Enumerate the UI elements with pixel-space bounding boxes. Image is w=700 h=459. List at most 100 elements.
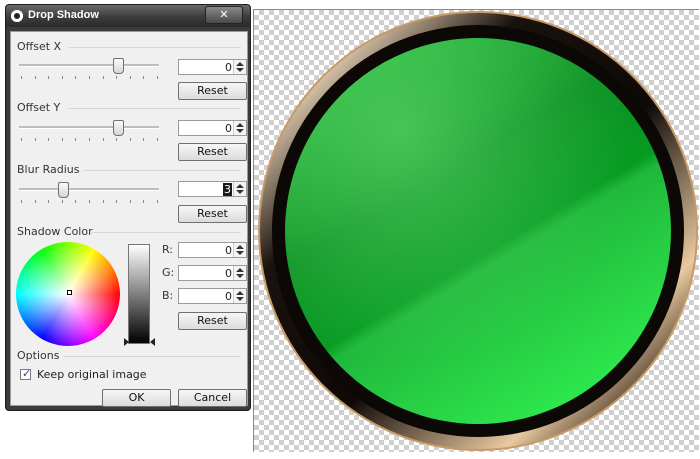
app-logo-icon (11, 10, 23, 22)
slider-tick (116, 76, 118, 79)
spin-up-icon[interactable] (236, 184, 244, 188)
offset-y-value: 0 (225, 122, 232, 135)
spin-up-icon[interactable] (236, 268, 244, 272)
slider-tick (48, 138, 50, 141)
dialog-title: Drop Shadow (28, 9, 99, 21)
slider-tick (129, 200, 131, 203)
offset-x-value: 0 (225, 61, 232, 74)
slider-tick (143, 138, 145, 141)
spin-up-icon[interactable] (236, 291, 244, 295)
slider-tick (143, 200, 145, 203)
r-spinner[interactable] (233, 243, 246, 257)
slider-tick (61, 200, 63, 203)
blur-radius-reset-button[interactable]: Reset (178, 205, 247, 223)
slider-tick (102, 200, 104, 203)
offset-y-spinner[interactable] (233, 121, 246, 135)
spin-down-icon[interactable] (236, 129, 244, 133)
r-label: R: (162, 243, 174, 256)
g-spinner[interactable] (233, 266, 246, 280)
offset-x-label: Offset X (17, 40, 62, 53)
slider-tick (75, 200, 77, 203)
blur-radius-ticks (21, 200, 158, 203)
section-divider (69, 108, 241, 109)
blur-radius-input[interactable]: 3 (178, 181, 247, 197)
spin-down-icon[interactable] (236, 190, 244, 194)
ok-button[interactable]: OK (102, 389, 171, 407)
b-spinner[interactable] (233, 289, 246, 303)
dialog-body: Offset X 0 Reset Offset Y 0 Reset Blur R… (10, 31, 248, 407)
slider-tick (34, 76, 36, 79)
section-divider (69, 47, 241, 48)
spin-down-icon[interactable] (236, 297, 244, 301)
brightness-left-arrow-icon[interactable] (124, 338, 129, 346)
cancel-button[interactable]: Cancel (178, 389, 247, 407)
section-divider (63, 356, 241, 357)
spin-up-icon[interactable] (236, 123, 244, 127)
slider-tick (75, 138, 77, 141)
slider-tick (89, 200, 90, 203)
section-divider (91, 232, 241, 233)
offset-x-spinner[interactable] (233, 60, 246, 74)
spin-up-icon[interactable] (236, 62, 244, 66)
blur-radius-selected-text: 3 (223, 183, 232, 196)
blur-radius-value: 3 (223, 183, 232, 196)
slider-tick (102, 76, 104, 79)
blur-radius-spinner[interactable] (233, 182, 246, 196)
slider-tick (75, 76, 77, 79)
slider-tick (116, 138, 118, 141)
offset-x-slider-track[interactable] (19, 64, 159, 67)
shadow-color-reset-button[interactable]: Reset (178, 312, 247, 330)
slider-tick (48, 76, 50, 79)
close-icon: ✕ (219, 8, 229, 21)
slider-tick (129, 76, 131, 79)
color-wheel-marker[interactable] (67, 290, 72, 295)
g-label: G: (162, 266, 175, 279)
brightness-right-arrow-icon[interactable] (150, 338, 155, 346)
offset-y-slider-track[interactable] (19, 126, 159, 129)
slider-tick (143, 76, 145, 79)
offset-x-input[interactable]: 0 (178, 59, 247, 75)
b-value: 0 (225, 290, 232, 303)
close-button[interactable]: ✕ (205, 6, 243, 24)
slider-tick (21, 200, 22, 203)
section-divider (83, 170, 241, 171)
offset-y-reset-button[interactable]: Reset (178, 143, 247, 161)
canvas-preview (253, 9, 699, 452)
title-bar[interactable]: Drop Shadow ✕ (6, 5, 250, 27)
slider-tick (157, 76, 158, 79)
slider-tick (61, 138, 63, 141)
shadow-color-label: Shadow Color (17, 225, 93, 238)
offset-y-input[interactable]: 0 (178, 120, 247, 136)
g-input[interactable]: 0 (178, 265, 247, 281)
offset-x-reset-button[interactable]: Reset (178, 82, 247, 100)
brightness-bar[interactable] (128, 244, 150, 344)
slider-tick (21, 76, 22, 79)
keep-original-checkbox[interactable]: ✓ (20, 367, 32, 380)
r-value: 0 (225, 244, 232, 257)
drop-shadow-dialog: Drop Shadow ✕ Offset X 0 Reset Offset Y … (5, 4, 251, 411)
green-button-image (258, 11, 698, 451)
offset-y-label: Offset Y (17, 101, 61, 114)
offset-y-slider-thumb[interactable] (113, 120, 125, 136)
r-input[interactable]: 0 (178, 242, 247, 258)
spin-down-icon[interactable] (236, 68, 244, 72)
slider-tick (89, 138, 90, 141)
offset-y-ticks (21, 138, 158, 141)
spin-down-icon[interactable] (236, 251, 244, 255)
offset-x-ticks (21, 76, 158, 79)
slider-tick (34, 200, 36, 203)
slider-tick (48, 200, 50, 203)
keep-original-label[interactable]: Keep original image (37, 368, 147, 381)
blur-radius-slider-thumb[interactable] (57, 182, 69, 198)
offset-x-slider-thumb[interactable] (113, 58, 125, 74)
g-value: 0 (225, 267, 232, 280)
checkmark-icon: ✓ (22, 367, 32, 380)
spin-down-icon[interactable] (236, 274, 244, 278)
blur-radius-slider-track[interactable] (19, 188, 159, 191)
slider-tick (129, 138, 131, 141)
b-input[interactable]: 0 (178, 288, 247, 304)
options-label: Options (17, 349, 60, 362)
spin-up-icon[interactable] (236, 245, 244, 249)
slider-tick (61, 76, 63, 79)
blur-radius-label: Blur Radius (17, 163, 80, 176)
